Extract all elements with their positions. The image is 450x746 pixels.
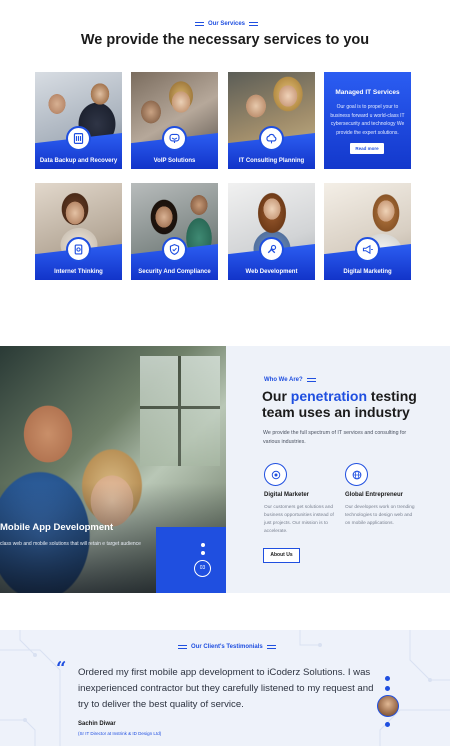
quote-icon: “ <box>56 658 67 679</box>
who-eyebrow-text: Who We Are? <box>264 377 303 383</box>
cloud-icon <box>259 126 284 151</box>
testimonial-dot[interactable] <box>385 686 390 691</box>
who-eyebrow: Who We Are? <box>264 377 316 383</box>
feature-card-text: Our goal is to propel your to business f… <box>330 104 405 136</box>
feature-title-global-entrepreneur: Global Entrepreneur <box>345 492 404 498</box>
who-title-part: Our <box>262 388 291 404</box>
service-card-it-consulting[interactable]: IT Consulting Planning <box>228 72 315 169</box>
service-card-web-development[interactable]: Web Development <box>228 183 315 280</box>
globe-icon <box>345 463 368 486</box>
managed-it-services-card[interactable]: Managed IT Services Our goal is to prope… <box>324 72 411 169</box>
slide-title: Mobile App Development <box>0 522 114 533</box>
testimonials-eyebrow: Our Client's Testimonials <box>178 644 276 650</box>
service-card-label: Data Backup and Recovery <box>39 158 118 164</box>
avatar[interactable] <box>377 695 399 717</box>
eyebrow-line-icon <box>195 22 204 26</box>
services-eyebrow-text: Our Services <box>208 21 246 27</box>
services-eyebrow: Our Services <box>195 21 259 27</box>
testimonial-role: (Sr IT Director at Instrink & ID Design … <box>78 731 162 736</box>
read-more-button[interactable]: Read more <box>350 143 384 154</box>
slide-description: class web and mobile solutions that will… <box>0 541 141 547</box>
eyebrow-line-icon <box>266 645 276 649</box>
testimonials-section: Our Client's Testimonials “ Ordered my f… <box>0 630 450 746</box>
eyebrow-line-icon <box>306 378 316 382</box>
eyebrow-line-icon <box>249 22 259 26</box>
feature-text-global-entrepreneur: Our developers work on trending technolo… <box>345 505 415 526</box>
testimonial-author: Sachin Diwar <box>78 721 116 727</box>
testimonial-quote: Ordered my first mobile app development … <box>78 667 374 710</box>
about-us-button[interactable]: About Us <box>263 548 300 563</box>
service-card-label: Internet Thinking <box>54 269 103 275</box>
service-card-security[interactable]: Security And Compliance <box>131 183 218 280</box>
gear-icon <box>66 237 91 262</box>
who-description: We provide the full spectrum of IT servi… <box>263 430 407 445</box>
slider-control-box <box>156 527 226 593</box>
who-title-highlight: penetration <box>290 388 368 404</box>
service-card-data-backup[interactable]: Data Backup and Recovery <box>35 72 122 169</box>
service-card-label: IT Consulting Planning <box>238 158 305 164</box>
service-card-label: VoIP Solutions <box>153 158 196 164</box>
service-card-label: Digital Marketing <box>343 269 392 275</box>
hero-slider[interactable]: Mobile App Development class web and mob… <box>0 346 226 593</box>
slide-number[interactable]: 03 <box>194 560 211 577</box>
database-icon <box>66 126 91 151</box>
target-icon <box>264 463 287 486</box>
slider-dot[interactable] <box>201 551 205 555</box>
feature-text-digital-marketer: Our customers get solutions and business… <box>264 505 334 534</box>
megaphone-icon <box>355 237 380 262</box>
service-card-voip[interactable]: VoIP Solutions <box>131 72 218 169</box>
testimonial-dot[interactable] <box>385 722 390 727</box>
service-card-label: Web Development <box>245 269 298 275</box>
services-title: We provide the necessary services to you <box>80 32 370 48</box>
feature-card-title: Managed IT Services <box>335 89 400 96</box>
feature-title-digital-marketer: Digital Marketer <box>264 492 310 498</box>
slider-dot[interactable] <box>201 543 205 547</box>
testimonial-dot[interactable] <box>385 676 390 681</box>
testimonials-eyebrow-text: Our Client's Testimonials <box>191 644 263 650</box>
who-we-are-section: Mobile App Development class web and mob… <box>0 346 450 593</box>
shield-icon <box>162 237 187 262</box>
service-card-internet-thinking[interactable]: Internet Thinking <box>35 183 122 280</box>
who-title: Our penetration testing team uses an ind… <box>262 388 442 420</box>
eyebrow-line-icon <box>178 645 187 649</box>
services-section: Our Services We provide the necessary se… <box>0 0 450 300</box>
service-card-label: Security And Compliance <box>138 269 211 275</box>
who-we-are-content: Who We Are? Our penetration testing team… <box>226 346 450 593</box>
background-window <box>140 356 220 466</box>
phone-icon <box>162 126 187 151</box>
service-card-digital-marketing[interactable]: Digital Marketing <box>324 183 411 280</box>
wrench-icon <box>259 237 284 262</box>
